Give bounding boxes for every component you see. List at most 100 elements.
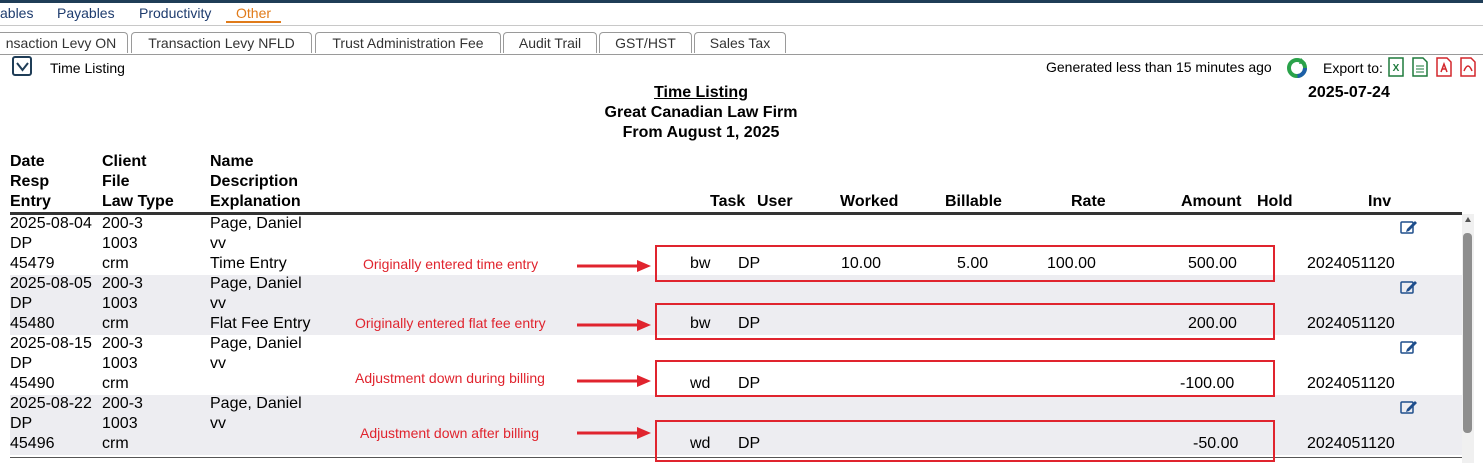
row-law-type: crm [102,435,129,452]
edit-icon[interactable] [1400,399,1418,415]
row-name: Page, Daniel [210,275,302,292]
row-law-type: crm [102,255,129,272]
arrow-right-icon [577,260,651,272]
row-file: 1003 [102,235,138,252]
header-name: Name [210,153,254,170]
row-date: 2025-08-22 [10,395,92,412]
arrow-right-icon [577,319,651,331]
row-invoice: 2024051120 [1307,375,1395,392]
row-file: 1003 [102,295,138,312]
row-invoice: 2024051120 [1307,315,1395,332]
report-period: From August 1, 2025 [622,124,780,141]
section-title: Time Listing [50,60,125,76]
tab-transaction-levy-nfld[interactable]: Transaction Levy NFLD [131,32,312,53]
menu-bar: ables Payables Productivity Other [0,3,1483,26]
annotation-label: Originally entered flat fee entry [355,315,546,331]
row-law-type: crm [102,315,129,332]
row-explanation: Time Entry [210,255,287,272]
report-date: 2025-07-24 [1308,84,1390,101]
menu-item-productivity[interactable]: Productivity [139,5,211,21]
highlight-box [655,303,1275,340]
header-date: Date [10,153,45,170]
row-date: 2025-08-05 [10,275,92,292]
chevron-down-icon [16,62,29,72]
row-entry: 45496 [10,435,55,452]
row-file: 1003 [102,415,138,432]
highlight-box [655,360,1275,397]
row-law-type: crm [102,375,129,392]
tab-trust-administration-fee[interactable]: Trust Administration Fee [315,32,501,53]
header-client: Client [102,153,147,170]
menu-item-payables[interactable]: Payables [57,5,115,21]
menu-item-other[interactable]: Other [226,5,282,23]
header-resp: Resp [10,173,50,190]
report-firm: Great Canadian Law Firm [604,104,798,121]
arrow-right-icon [577,427,651,439]
row-explanation: Flat Fee Entry [210,315,311,332]
svg-text:X: X [1393,63,1400,74]
header-rate: Rate [1071,193,1106,210]
row-invoice: 2024051120 [1307,435,1395,452]
row-name: Page, Daniel [210,335,302,352]
edit-icon[interactable] [1400,219,1418,235]
row-entry: 45490 [10,375,55,392]
row-client: 200-3 [102,395,143,412]
report-title: Time Listing [654,84,748,101]
generated-status: Generated less than 15 minutes ago [1046,59,1272,75]
header-billable: Billable [945,193,1002,210]
tab-sales-tax[interactable]: Sales Tax [694,32,786,53]
header-task: Task [710,193,746,210]
row-file: 1003 [102,355,138,372]
refresh-icon[interactable] [1286,57,1308,79]
pdf-icon[interactable] [1436,57,1452,77]
header-description: Description [210,173,299,190]
row-description: vv [210,415,226,432]
row-resp: DP [10,235,33,252]
highlight-box [655,245,1275,282]
edit-icon[interactable] [1400,339,1418,355]
row-description: vv [210,235,226,252]
header-inv: Inv [1368,193,1392,210]
row-resp: DP [10,415,33,432]
row-resp: DP [10,355,33,372]
csv-icon[interactable] [1412,57,1428,77]
excel-icon[interactable]: X [1388,57,1404,77]
row-name: Page, Daniel [210,395,302,412]
tab-transaction-levy-on[interactable]: nsaction Levy ON [0,32,128,53]
header-law-type: Law Type [102,193,174,210]
header-hold: Hold [1257,193,1293,210]
header-worked: Worked [840,193,899,210]
scrollbar-thumb[interactable] [1463,233,1472,433]
header-explanation: Explanation [210,193,301,210]
row-client: 200-3 [102,215,143,232]
header-user: User [757,193,793,210]
row-client: 200-3 [102,335,143,352]
tab-gst-hst[interactable]: GST/HST [599,32,692,53]
row-date: 2025-08-04 [10,215,92,232]
report-title-wrap: Time Listing [10,84,1392,102]
tab-audit-trail[interactable]: Audit Trail [503,32,597,53]
header-file: File [102,173,130,190]
menu-item-receivables[interactable]: ables [0,5,33,21]
row-description: vv [210,295,226,312]
annotation-label: Originally entered time entry [363,256,539,272]
annotation-label: Adjustment down during billing [355,370,545,386]
row-date: 2025-08-15 [10,335,92,352]
collapse-button[interactable] [12,56,32,76]
row-invoice: 2024051120 [1307,255,1395,272]
edit-icon[interactable] [1400,279,1418,295]
report-body: Time Listing Great Canadian Law Firm Fro… [10,82,1462,463]
row-description: vv [210,355,226,372]
pdf-alt-icon[interactable] [1460,57,1476,77]
header-amount: Amount [1181,193,1242,210]
arrow-right-icon [577,375,651,387]
annotation-label: Adjustment down after billing [360,425,539,441]
report-tabs: nsaction Levy ON Transaction Levy NFLD T… [0,32,1483,55]
export-label: Export to: [1323,60,1383,76]
row-entry: 45480 [10,315,55,332]
row-client: 200-3 [102,275,143,292]
row-entry: 45479 [10,255,55,272]
scroll-up-icon[interactable] [1464,216,1472,224]
highlight-box [655,420,1275,462]
row-resp: DP [10,295,33,312]
